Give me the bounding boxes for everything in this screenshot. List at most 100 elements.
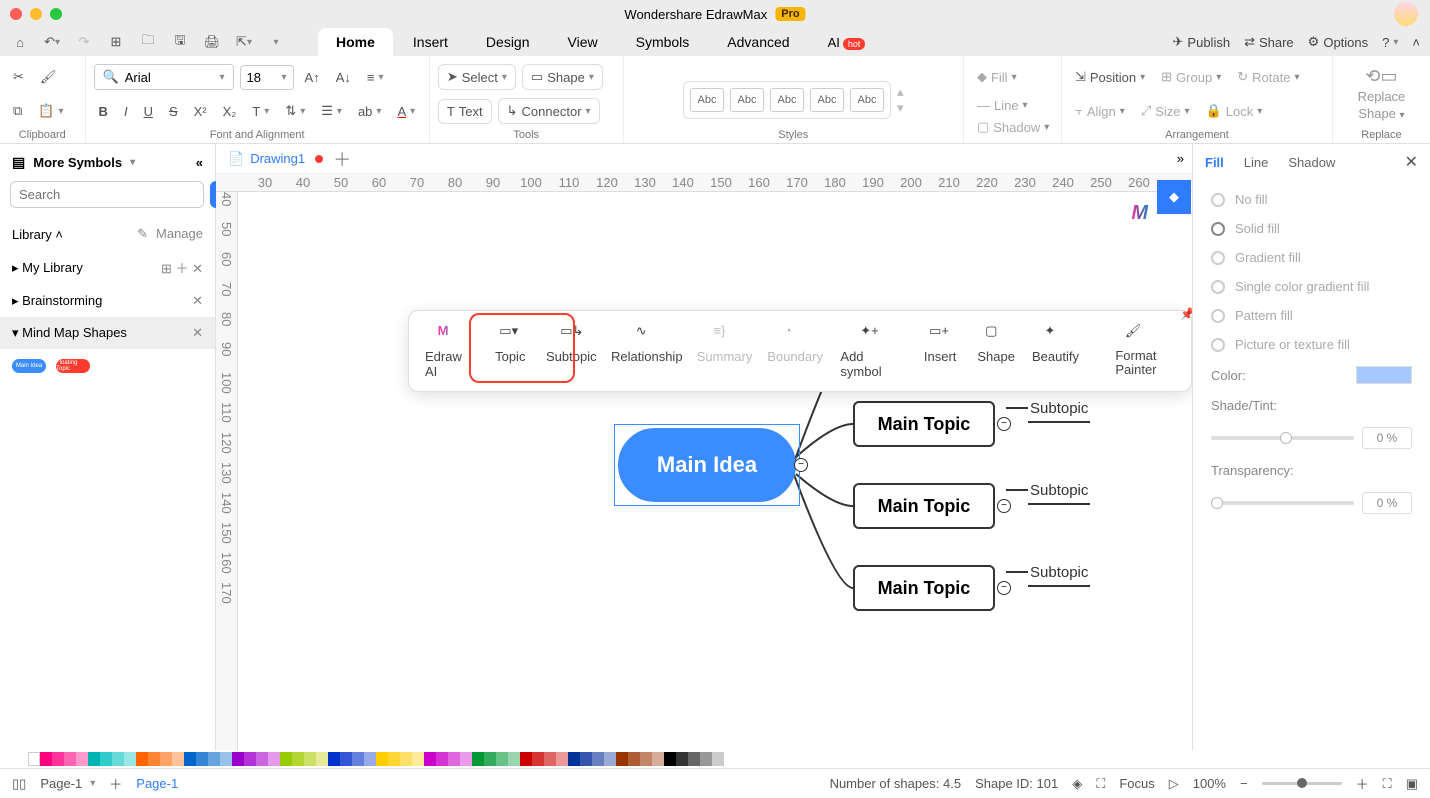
style-swatch[interactable]: Abc	[810, 88, 844, 112]
zoom-level[interactable]: 100%	[1193, 776, 1226, 791]
fill-dropdown[interactable]: ◆ Fill▾	[972, 66, 1022, 88]
replace-shape-button[interactable]: ⟲▭ Replace Shape ▾	[1341, 60, 1422, 127]
increase-font-icon[interactable]: A↑	[300, 67, 325, 88]
fullscreen-icon[interactable]: ▣	[1406, 776, 1418, 792]
help-icon[interactable]: ? ▾	[1382, 35, 1398, 50]
options-button[interactable]: ⚙ Options	[1308, 34, 1368, 50]
panel-tab-shadow[interactable]: Shadow	[1288, 155, 1335, 170]
export-icon[interactable]: ⇱ ▾	[234, 32, 254, 52]
share-button[interactable]: ⇄ Share	[1244, 34, 1294, 50]
boundary-button[interactable]: ◔Boundary	[764, 319, 827, 383]
collapse-node-icon[interactable]: −	[997, 499, 1011, 513]
node-main-topic[interactable]: Main Topic	[853, 565, 995, 611]
home-icon[interactable]: ⌂	[10, 32, 30, 52]
avatar[interactable]	[1394, 2, 1418, 26]
collapse-sidebar-icon[interactable]: «	[196, 155, 203, 170]
lock-dropdown[interactable]: 🔒 Lock▾	[1201, 100, 1268, 122]
format-painter-button[interactable]: 🖌Format Painter	[1091, 319, 1181, 383]
text-case-icon[interactable]: ab▾	[353, 101, 387, 122]
add-page-icon[interactable]: ＋	[109, 774, 122, 793]
italic-icon[interactable]: I	[119, 101, 133, 122]
fill-option-solid[interactable]: Solid fill	[1211, 221, 1412, 236]
font-color-icon[interactable]: A▾	[392, 101, 420, 122]
zoom-slider[interactable]	[1262, 782, 1342, 785]
document-tab[interactable]: 📄 Drawing1	[228, 151, 305, 167]
style-swatch[interactable]: Abc	[850, 88, 884, 112]
style-swatch[interactable]: Abc	[690, 88, 724, 112]
maximize-window-icon[interactable]	[50, 8, 62, 20]
sidebar-section-mylibrary[interactable]: ▸ My Library⊞ ＋ ✕	[0, 250, 215, 285]
search-input[interactable]	[10, 181, 204, 208]
fill-option-single-gradient[interactable]: Single color gradient fill	[1211, 279, 1412, 294]
node-subtopic[interactable]: Subtopic	[1028, 396, 1090, 423]
undo-icon[interactable]: ↶ ▾	[42, 32, 62, 52]
presentation-icon[interactable]: ▷	[1169, 776, 1179, 792]
tab-home[interactable]: Home	[318, 28, 393, 56]
font-size-select[interactable]: 18▾	[240, 65, 294, 90]
transparency-value[interactable]: 0 %	[1362, 492, 1412, 514]
summary-button[interactable]: ≡}Summary	[693, 319, 756, 383]
fill-option-gradient[interactable]: Gradient fill	[1211, 250, 1412, 265]
copy-icon[interactable]: ⧉	[8, 100, 27, 122]
tab-insert[interactable]: Insert	[395, 28, 466, 56]
sidebar-section-mindmap[interactable]: ▾ Mind Map Shapes✕	[0, 317, 215, 349]
shadow-dropdown[interactable]: ▢ Shadow▾	[972, 116, 1054, 138]
select-tool[interactable]: ➤ Select ▾	[438, 64, 516, 90]
close-window-icon[interactable]	[10, 8, 22, 20]
minimize-window-icon[interactable]	[30, 8, 42, 20]
subscript-icon[interactable]: X₂	[218, 101, 242, 122]
superscript-icon[interactable]: X²	[189, 101, 212, 122]
size-dropdown[interactable]: ⤢ Size▾	[1136, 100, 1195, 122]
library-row[interactable]: Library ˄✎ Manage	[0, 218, 215, 250]
color-swatch[interactable]	[1356, 366, 1412, 384]
panel-tab-line[interactable]: Line	[1244, 155, 1269, 170]
shape-thumb-floating[interactable]: Floating Topic	[56, 359, 90, 373]
collapse-node-icon[interactable]: −	[997, 581, 1011, 595]
tab-advanced[interactable]: Advanced	[709, 28, 807, 56]
tab-view[interactable]: View	[550, 28, 616, 56]
expand-right-icon[interactable]: »	[1177, 151, 1184, 166]
style-swatch[interactable]: Abc	[730, 88, 764, 112]
topic-button[interactable]: ▭▾Topic	[486, 319, 534, 383]
fill-option-picture[interactable]: Picture or texture fill	[1211, 337, 1412, 352]
list-icon[interactable]: ☰▾	[316, 100, 347, 122]
layers-icon[interactable]: ◈	[1072, 776, 1082, 792]
active-page[interactable]: Page-1	[136, 776, 178, 791]
shade-slider[interactable]: 0 %	[1211, 427, 1412, 449]
node-main-topic[interactable]: Main Topic	[853, 401, 995, 447]
canvas[interactable]: M Main Idea − Main Topic − Main Topic − …	[238, 192, 1192, 750]
sidebar-section-brainstorming[interactable]: ▸ Brainstorming✕	[0, 285, 215, 317]
more-icon[interactable]: ▾	[266, 32, 286, 52]
text-tool[interactable]: T Text	[438, 99, 492, 124]
relationship-button[interactable]: ∿Relationship	[608, 319, 685, 383]
format-brush-icon[interactable]: 🖌	[35, 66, 62, 88]
publish-button[interactable]: ✈ Publish	[1173, 34, 1231, 50]
tab-symbols[interactable]: Symbols	[618, 28, 708, 56]
collapse-node-icon[interactable]: −	[997, 417, 1011, 431]
group-dropdown[interactable]: ⊞ Group▾	[1156, 66, 1226, 88]
fill-option-pattern[interactable]: Pattern fill	[1211, 308, 1412, 323]
node-subtopic[interactable]: Subtopic	[1028, 560, 1090, 587]
styles-down-icon[interactable]: ▾	[897, 100, 904, 116]
shade-value[interactable]: 0 %	[1362, 427, 1412, 449]
color-palette-bar[interactable]	[0, 750, 1430, 768]
align-dropdown[interactable]: ⫟ Align▾	[1070, 100, 1130, 122]
node-subtopic[interactable]: Subtopic	[1028, 478, 1090, 505]
shape-thumb-main-idea[interactable]: Main Idea	[12, 359, 46, 373]
line-dropdown[interactable]: ― Line▾	[972, 95, 1033, 116]
node-main-topic[interactable]: Main Topic	[853, 483, 995, 529]
panel-tab-fill[interactable]: Fill	[1205, 155, 1224, 170]
align-icon[interactable]: ≡▾	[362, 67, 389, 88]
subtopic-button[interactable]: ▭↳Subtopic	[542, 319, 600, 383]
clear-format-icon[interactable]: T▾	[247, 101, 274, 122]
font-select[interactable]: 🔍 Arial▾	[94, 64, 234, 90]
focus-label[interactable]: Focus	[1119, 776, 1154, 791]
underline-icon[interactable]: U	[139, 101, 158, 122]
redo-icon[interactable]: ↷	[74, 32, 94, 52]
tab-ai[interactable]: AIhot	[810, 28, 884, 56]
paste-icon[interactable]: 📋▾	[33, 100, 68, 122]
pin-icon[interactable]: 📌	[1180, 307, 1192, 321]
connector-tool[interactable]: ↳ Connector ▾	[498, 98, 600, 124]
decrease-font-icon[interactable]: A↓	[331, 67, 356, 88]
tab-design[interactable]: Design	[468, 28, 548, 56]
